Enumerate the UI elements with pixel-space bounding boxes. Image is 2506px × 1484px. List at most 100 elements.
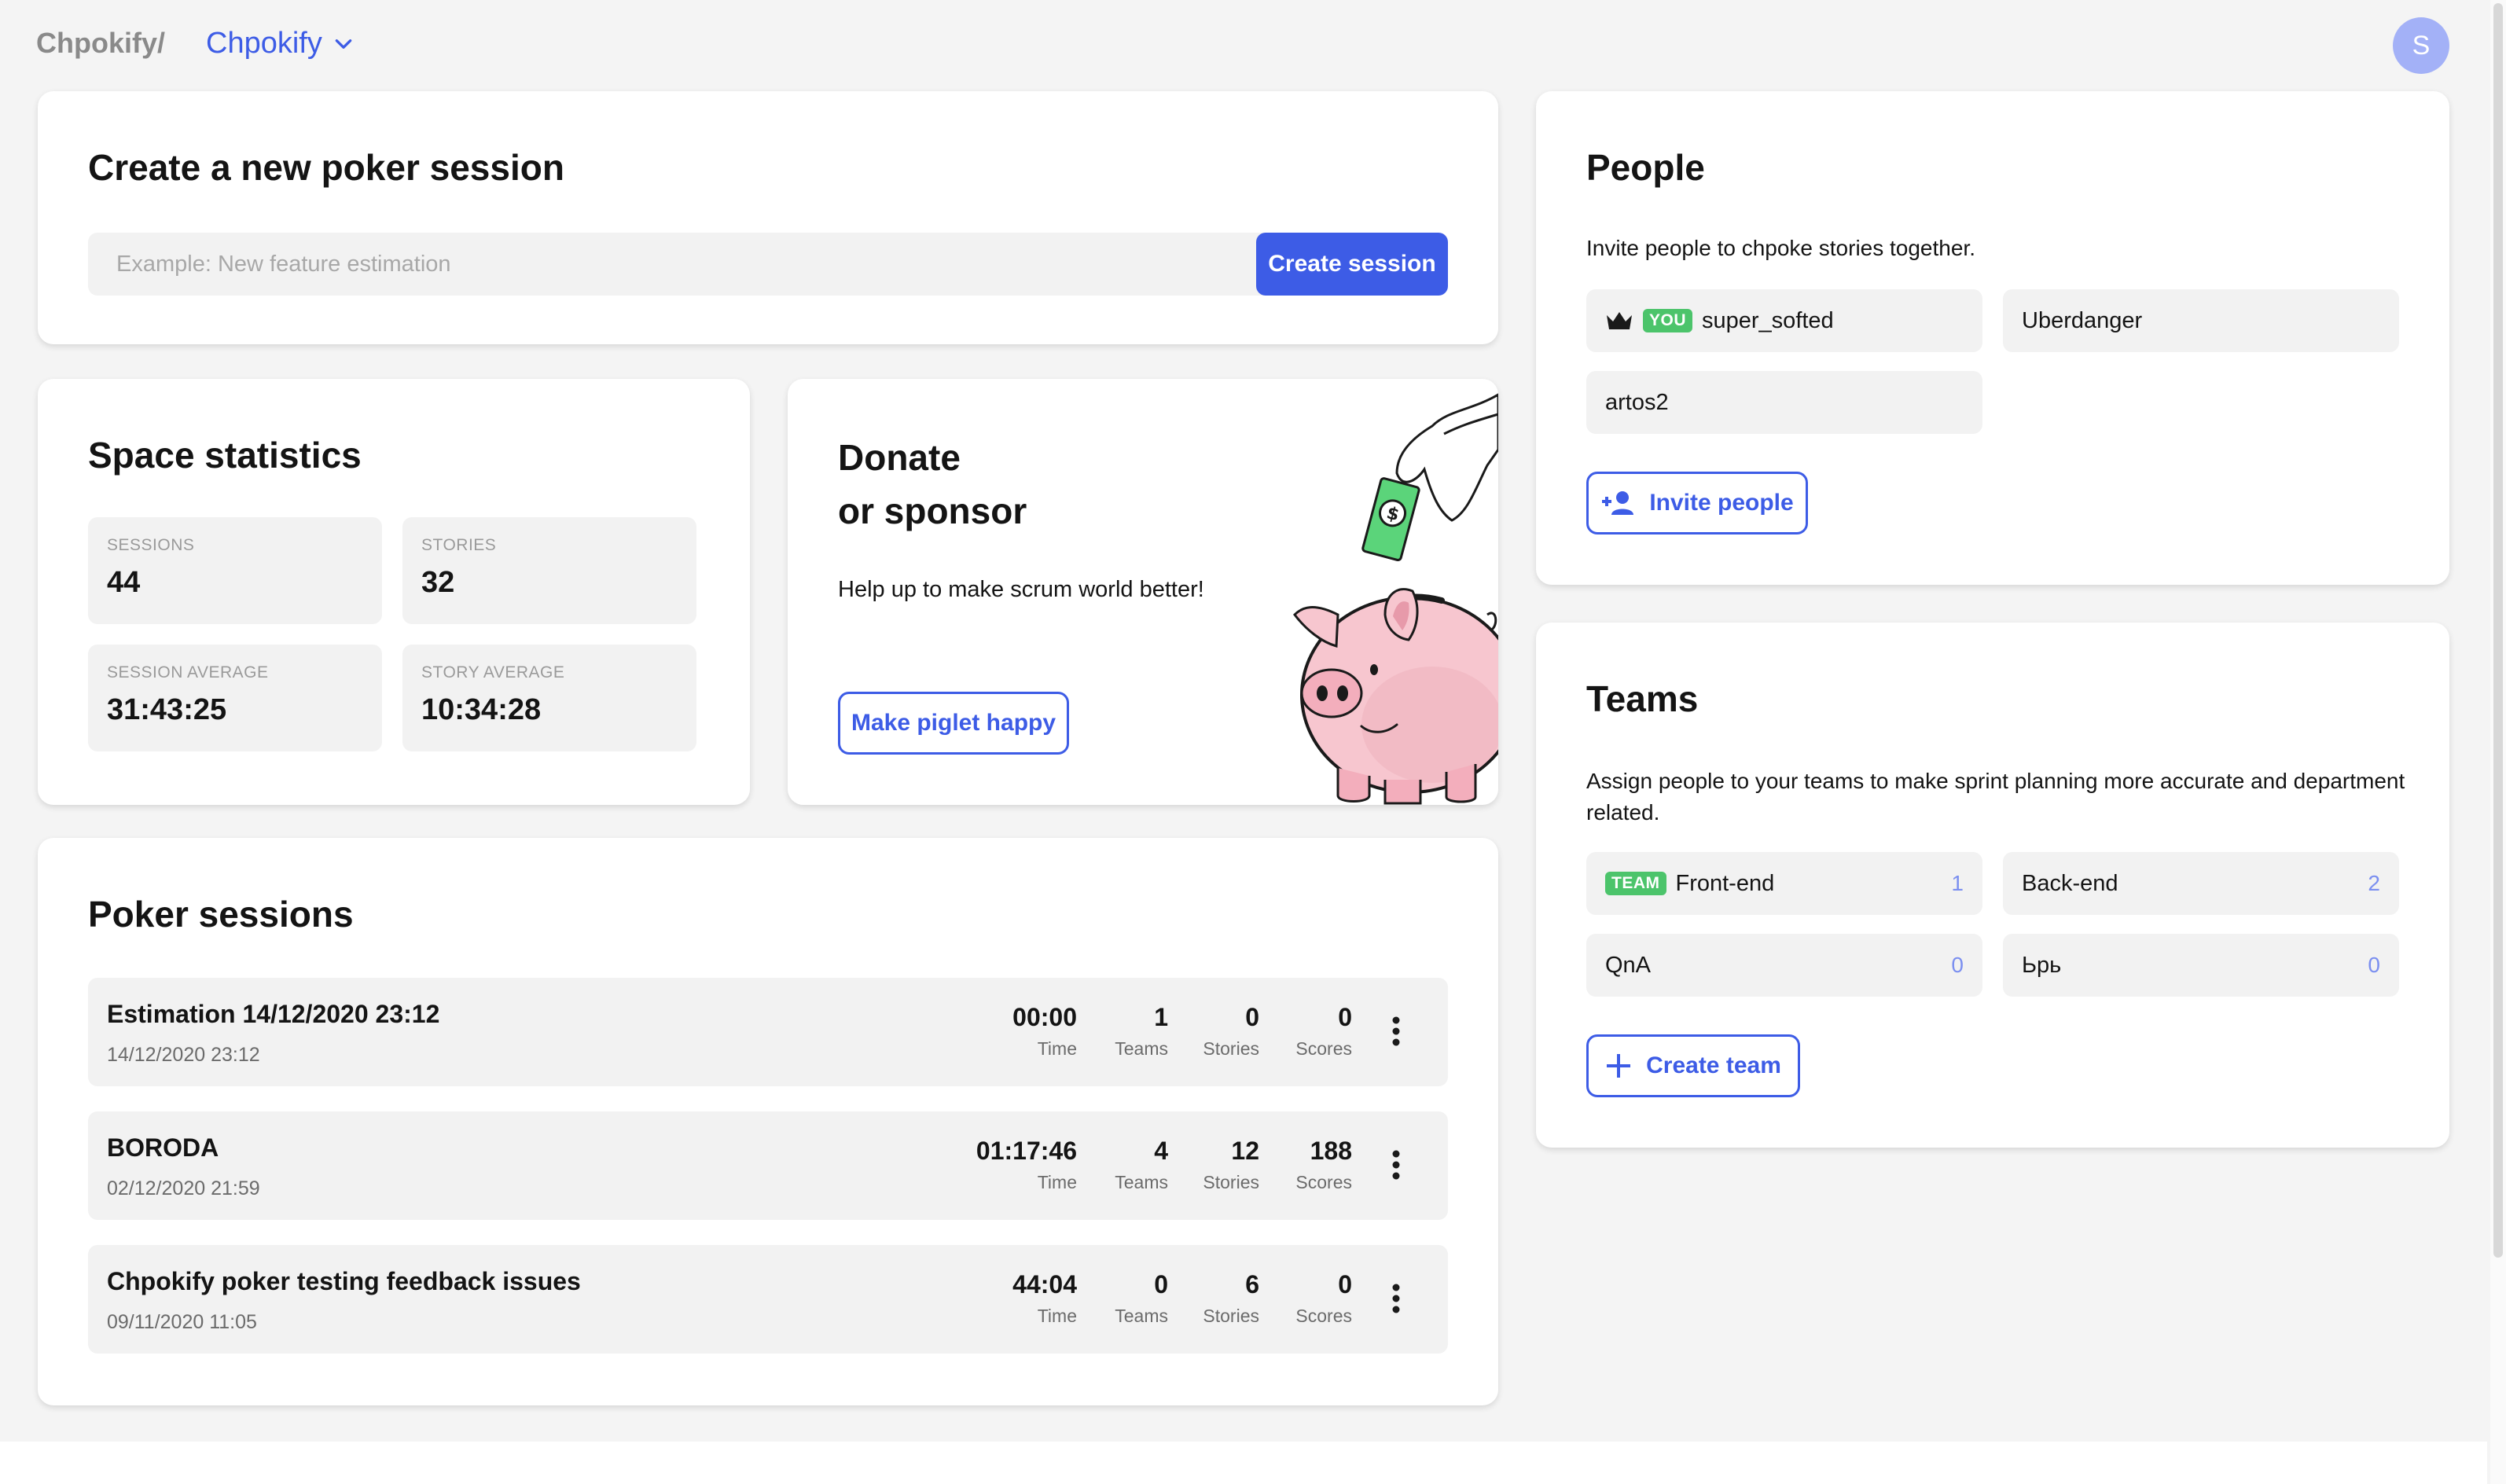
stat-value: 44 bbox=[107, 566, 141, 599]
session-name: Chpokify poker testing feedback issues bbox=[107, 1267, 581, 1295]
metric-value: 01:17:46 bbox=[976, 1137, 1077, 1165]
person-name: super_softed bbox=[1702, 307, 1834, 333]
team-chip-qna[interactable]: QnA 0 bbox=[1586, 934, 1982, 997]
stat-stories: STORIES 32 bbox=[402, 517, 696, 624]
metric-value: 188 bbox=[1310, 1137, 1352, 1165]
team-chip-front-end[interactable]: TEAM Front-end 1 bbox=[1586, 852, 1982, 915]
stat-sessions: SESSIONS 44 bbox=[88, 517, 382, 624]
team-name: Front-end bbox=[1675, 870, 1775, 896]
make-piglet-happy-button[interactable]: Make piglet happy bbox=[838, 692, 1069, 755]
crown-icon bbox=[1607, 312, 1632, 329]
person-name: artos2 bbox=[1605, 389, 1669, 415]
metric-label: Time bbox=[1037, 1038, 1077, 1059]
plus-icon bbox=[1607, 1054, 1631, 1078]
poker-sessions-card: Poker sessions Estimation 14/12/2020 23:… bbox=[38, 838, 1498, 1405]
person-chip[interactable]: Uberdanger bbox=[2003, 289, 2399, 352]
metric-value: 44:04 bbox=[1012, 1270, 1077, 1298]
metric-value: 0 bbox=[1338, 1003, 1352, 1031]
metric-label: Stories bbox=[1203, 1172, 1259, 1192]
metric-label: Time bbox=[1037, 1172, 1077, 1192]
person-name: Uberdanger bbox=[2022, 307, 2143, 333]
more-vert-icon[interactable] bbox=[1377, 1146, 1415, 1184]
poker-sessions-title: Poker sessions bbox=[88, 894, 354, 935]
stat-label: SESSION AVERAGE bbox=[107, 663, 269, 681]
donate-title: Donate or sponsor bbox=[838, 431, 1027, 538]
session-stories: 0 Stories bbox=[1203, 1003, 1259, 1060]
session-date: 09/11/2020 11:05 bbox=[107, 1311, 257, 1333]
create-session-button[interactable]: Create session bbox=[1256, 233, 1448, 296]
team-badge: TEAM bbox=[1605, 872, 1666, 895]
team-chip-back-end[interactable]: Back-end 2 bbox=[2003, 852, 2399, 915]
session-teams: 4 Teams bbox=[1115, 1137, 1168, 1193]
metric-label: Time bbox=[1037, 1306, 1077, 1326]
top-bar: Chpokify/ Chpokify S bbox=[0, 0, 2506, 88]
donate-title-line2: or sponsor bbox=[838, 490, 1027, 531]
stat-session-average: SESSION AVERAGE 31:43:25 bbox=[88, 645, 382, 751]
space-switcher[interactable]: Chpokify bbox=[206, 27, 354, 61]
session-row[interactable]: Estimation 14/12/2020 23:12 14/12/2020 2… bbox=[88, 978, 1448, 1086]
more-vert-icon[interactable] bbox=[1377, 1012, 1415, 1050]
more-vert-icon[interactable] bbox=[1377, 1280, 1415, 1317]
session-date: 14/12/2020 23:12 bbox=[107, 1044, 260, 1066]
teams-title: Teams bbox=[1586, 678, 1699, 719]
metric-value: 1 bbox=[1154, 1003, 1168, 1031]
create-team-label: Create team bbox=[1646, 1052, 1781, 1078]
create-team-button[interactable]: Create team bbox=[1586, 1034, 1800, 1097]
teams-description: Assign people to your teams to make spri… bbox=[1586, 769, 2405, 825]
donate-text: Help up to make scrum world better! bbox=[838, 577, 1204, 602]
metric-value: 0 bbox=[1245, 1003, 1259, 1031]
team-name: Back-end bbox=[2022, 870, 2118, 896]
session-name: Estimation 14/12/2020 23:12 bbox=[107, 1000, 440, 1028]
session-row[interactable]: BORODA 02/12/2020 21:59 01:17:46 Time 4 … bbox=[88, 1111, 1448, 1220]
metric-label: Scores bbox=[1295, 1172, 1352, 1192]
session-time: 44:04 Time bbox=[1012, 1270, 1077, 1327]
metric-label: Stories bbox=[1203, 1038, 1259, 1059]
people-card: People Invite people to chpoke stories t… bbox=[1536, 91, 2449, 585]
brand-logo[interactable]: Chpokify/ bbox=[36, 27, 165, 60]
space-name: Chpokify bbox=[206, 27, 322, 60]
donate-card: Donate or sponsor Help up to make scrum … bbox=[788, 379, 1498, 805]
session-row[interactable]: Chpokify poker testing feedback issues 0… bbox=[88, 1245, 1448, 1354]
session-name: BORODA bbox=[107, 1133, 219, 1162]
create-session-title: Create a new poker session bbox=[88, 147, 564, 188]
metric-label: Scores bbox=[1295, 1038, 1352, 1059]
stat-value: 32 bbox=[421, 566, 455, 599]
teams-card: Teams Assign people to your teams to mak… bbox=[1536, 623, 2449, 1148]
session-stories: 12 Stories bbox=[1203, 1137, 1259, 1193]
session-date: 02/12/2020 21:59 bbox=[107, 1177, 260, 1199]
stat-value: 31:43:25 bbox=[107, 693, 227, 726]
metric-value: 12 bbox=[1231, 1137, 1259, 1165]
scrollbar-thumb[interactable] bbox=[2493, 3, 2503, 1258]
donate-title-line1: Donate bbox=[838, 437, 961, 478]
person-chip[interactable]: artos2 bbox=[1586, 371, 1982, 434]
team-member-count: 2 bbox=[2368, 871, 2380, 895]
metric-label: Scores bbox=[1295, 1306, 1352, 1326]
metric-value: 00:00 bbox=[1012, 1003, 1077, 1031]
team-name: Ьрь bbox=[2022, 952, 2062, 978]
create-session-card: Create a new poker session Create sessio… bbox=[38, 91, 1498, 344]
piggy-bank-illustration: $ bbox=[1293, 393, 1498, 805]
session-time: 00:00 Time bbox=[1012, 1003, 1077, 1060]
session-time: 01:17:46 Time bbox=[976, 1137, 1077, 1193]
session-name-input[interactable] bbox=[88, 233, 1275, 296]
metric-value: 6 bbox=[1245, 1270, 1259, 1298]
user-avatar[interactable]: S bbox=[2393, 17, 2449, 74]
session-scores: 0 Scores bbox=[1295, 1003, 1352, 1060]
team-chip-other[interactable]: Ьрь 0 bbox=[2003, 934, 2399, 997]
metric-value: 4 bbox=[1154, 1137, 1168, 1165]
session-teams: 0 Teams bbox=[1115, 1270, 1168, 1327]
invite-people-label: Invite people bbox=[1649, 490, 1794, 516]
metric-value: 0 bbox=[1338, 1270, 1352, 1298]
session-teams: 1 Teams bbox=[1115, 1003, 1168, 1060]
metric-label: Stories bbox=[1203, 1306, 1259, 1326]
metric-label: Teams bbox=[1115, 1306, 1168, 1326]
statistics-title: Space statistics bbox=[88, 435, 362, 476]
stat-story-average: STORY AVERAGE 10:34:28 bbox=[402, 645, 696, 751]
space-statistics-card: Space statistics SESSIONS 44 STORIES 32 … bbox=[38, 379, 750, 805]
team-member-count: 0 bbox=[1951, 953, 1964, 977]
people-title: People bbox=[1586, 147, 1705, 188]
invite-people-button[interactable]: Invite people bbox=[1586, 472, 1808, 534]
session-scores: 0 Scores bbox=[1295, 1270, 1352, 1327]
person-chip-owner[interactable]: YOU super_softed bbox=[1586, 289, 1982, 352]
session-stories: 6 Stories bbox=[1203, 1270, 1259, 1327]
